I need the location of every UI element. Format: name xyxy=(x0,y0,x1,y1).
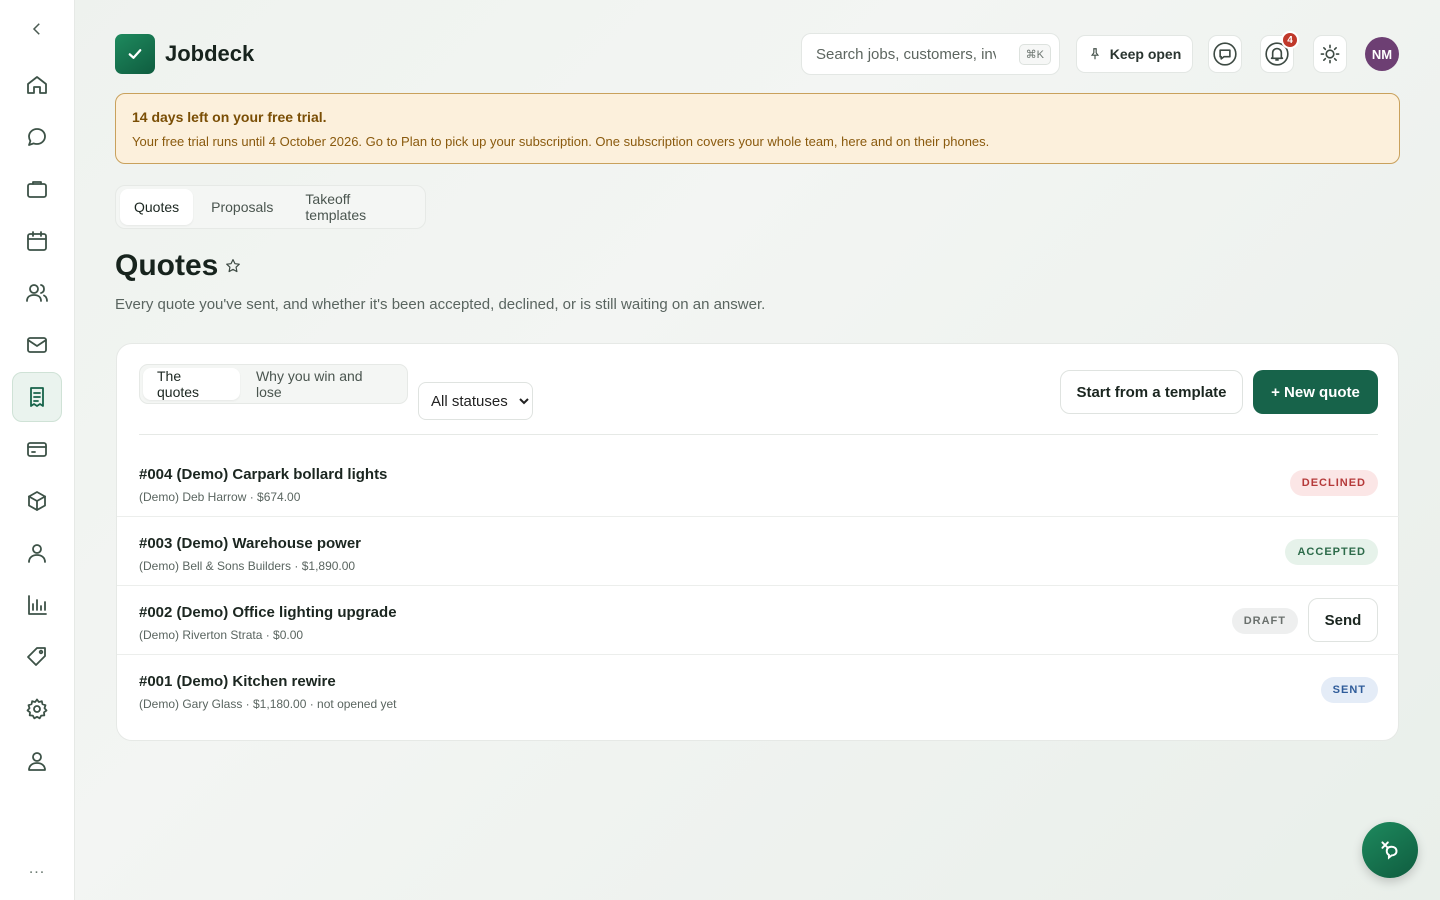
sidebar-item-mail[interactable] xyxy=(12,320,62,370)
trial-body: Your free trial runs until 4 October 202… xyxy=(132,134,990,149)
keep-open-button[interactable]: Keep open xyxy=(1076,35,1193,73)
mail-icon xyxy=(27,337,47,353)
notification-count: 4 xyxy=(1281,31,1299,49)
status-badge: ACCEPTED xyxy=(1285,539,1378,565)
sun-icon xyxy=(1320,44,1340,64)
segment-win-loss[interactable]: Why you win and lose xyxy=(242,368,404,400)
quote-title: #001 (Demo) Kitchen rewire xyxy=(139,673,336,690)
receipt-icon xyxy=(30,387,44,407)
quote-row[interactable]: #004 (Demo) Carpark bollard lights (Demo… xyxy=(117,448,1400,517)
quote-subtitle: (Demo) Deb Harrow · $674.00 xyxy=(139,490,301,504)
quote-title: #003 (Demo) Warehouse power xyxy=(139,535,362,552)
avatar[interactable]: NM xyxy=(1365,37,1399,71)
new-quote-button[interactable]: + New quote xyxy=(1253,370,1378,414)
card-icon xyxy=(27,442,47,457)
users-icon xyxy=(26,284,48,302)
sidebar-item-jobs[interactable] xyxy=(12,164,62,214)
tag-icon xyxy=(27,647,46,666)
assistant-icon xyxy=(1381,841,1398,860)
send-quote-button[interactable]: Send xyxy=(1308,598,1378,642)
collapse-sidebar-icon[interactable] xyxy=(24,16,50,42)
gear-icon xyxy=(26,698,48,720)
home-icon xyxy=(27,76,47,94)
quote-subtitle: (Demo) Gary Glass · $1,180.00 · not open… xyxy=(139,697,397,711)
account-icon xyxy=(28,752,46,771)
trial-banner: 14 days left on your free trial. Your fr… xyxy=(115,93,1400,164)
chat-button[interactable] xyxy=(1208,35,1242,73)
sidebar: ... xyxy=(0,0,75,900)
person-icon xyxy=(28,544,46,563)
status-badge: DRAFT xyxy=(1231,608,1298,634)
pin-icon xyxy=(1090,48,1099,60)
search-shortcut: ⌘K xyxy=(1018,43,1051,65)
status-badge: DECLINED xyxy=(1289,470,1378,496)
quote-row[interactable]: #003 (Demo) Warehouse power (Demo) Bell … xyxy=(117,517,1400,586)
section-tabs: Quotes Proposals Takeoff templates xyxy=(115,185,426,229)
status-filter-select[interactable]: All statuses xyxy=(418,382,533,420)
divider xyxy=(139,434,1378,435)
sidebar-item-inventory[interactable] xyxy=(12,476,62,526)
briefcase-icon xyxy=(27,181,47,198)
bar-chart-icon xyxy=(28,595,47,615)
sidebar-item-payments[interactable] xyxy=(12,424,62,474)
quotes-card: The quotes Why you win and lose All stat… xyxy=(116,343,1400,741)
theme-toggle-button[interactable] xyxy=(1313,35,1347,73)
search-box[interactable]: ⌘K xyxy=(801,33,1060,75)
sidebar-item-pricing[interactable] xyxy=(12,632,62,682)
favorite-star-icon[interactable] xyxy=(224,257,244,277)
sidebar-item-schedule[interactable] xyxy=(12,216,62,266)
quote-row[interactable]: #002 (Demo) Office lighting upgrade (Dem… xyxy=(117,586,1400,655)
app-logo[interactable]: Jobdeck xyxy=(115,34,254,74)
sidebar-item-settings[interactable] xyxy=(12,684,62,734)
search-input[interactable] xyxy=(816,45,996,63)
keep-open-label: Keep open xyxy=(1109,46,1182,62)
sidebar-item-account[interactable] xyxy=(12,736,62,786)
chat-icon xyxy=(28,128,46,146)
segment-the-quotes[interactable]: The quotes xyxy=(143,368,240,400)
tab-takeoff-templates[interactable]: Takeoff templates xyxy=(291,189,421,225)
box-icon xyxy=(28,491,46,511)
quote-title: #004 (Demo) Carpark bollard lights xyxy=(139,466,388,483)
view-segment: The quotes Why you win and lose xyxy=(139,364,408,404)
more-icon[interactable]: ... xyxy=(24,860,50,878)
trial-title: 14 days left on your free trial. xyxy=(132,109,327,125)
quote-row[interactable]: #001 (Demo) Kitchen rewire (Demo) Gary G… xyxy=(117,655,1400,724)
tab-proposals[interactable]: Proposals xyxy=(197,189,287,225)
sidebar-item-quotes[interactable] xyxy=(12,372,62,422)
quote-subtitle: (Demo) Bell & Sons Builders · $1,890.00 xyxy=(139,559,356,573)
sidebar-item-reports[interactable] xyxy=(12,580,62,630)
notifications-button[interactable]: 4 xyxy=(1260,31,1299,73)
start-from-template-button[interactable]: Start from a template xyxy=(1060,370,1243,414)
assistant-fab-button[interactable] xyxy=(1362,822,1418,878)
sidebar-item-team[interactable] xyxy=(12,268,62,318)
sidebar-item-home[interactable] xyxy=(12,60,62,110)
tab-quotes[interactable]: Quotes xyxy=(120,189,194,225)
sidebar-item-customers[interactable] xyxy=(12,528,62,578)
speech-bubble-icon xyxy=(1213,42,1237,66)
calendar-icon xyxy=(27,231,47,251)
quote-subtitle: (Demo) Riverton Strata · $0.00 xyxy=(139,628,304,642)
logo-check-icon xyxy=(115,34,155,74)
page-title: Quotes xyxy=(115,249,219,282)
sidebar-item-messages[interactable] xyxy=(12,112,62,162)
quote-title: #002 (Demo) Office lighting upgrade xyxy=(139,604,397,621)
status-badge: SENT xyxy=(1320,677,1378,703)
page-description: Every quote you've sent, and whether it'… xyxy=(115,296,766,313)
app-name: Jobdeck xyxy=(165,41,255,66)
